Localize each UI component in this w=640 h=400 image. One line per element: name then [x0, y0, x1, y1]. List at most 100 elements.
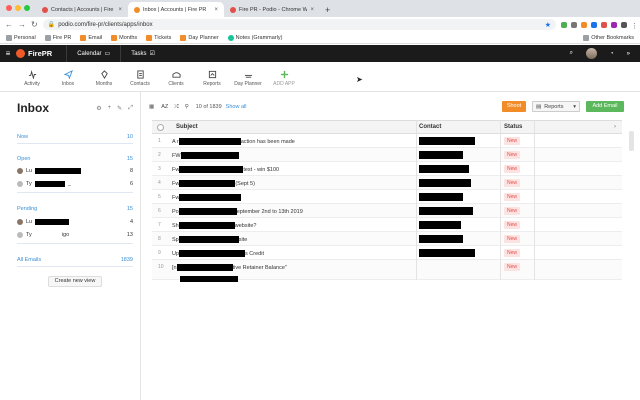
app-clients[interactable]: Clients — [158, 63, 194, 91]
user-avatar[interactable] — [586, 48, 598, 59]
redaction — [178, 208, 237, 215]
select-all-checkbox[interactable] — [157, 124, 164, 131]
other-bookmarks[interactable]: Other Bookmarks — [583, 34, 634, 41]
notifications-icon[interactable]: ◔ — [610, 51, 614, 57]
chevron-right-icon[interactable]: › — [614, 124, 616, 130]
view-pending[interactable]: Pending 15 — [17, 206, 133, 212]
app-activity[interactable]: Activity — [14, 63, 50, 91]
panel-tools: ⚙ + ✎ ⤢ — [96, 105, 133, 112]
settings-icon[interactable]: ⚙ — [96, 105, 101, 112]
new-tab-button[interactable]: + — [320, 5, 335, 17]
browser-tab-inbox[interactable]: Inbox | Accounts | Fire PR × — [128, 2, 224, 17]
omnibox[interactable]: 🔒 podio.com/fire-pr/clients/apps/inbox ★ — [42, 19, 556, 30]
back-icon[interactable]: ← — [5, 20, 13, 29]
reload-icon[interactable]: ↻ — [31, 20, 38, 29]
workspace-logo[interactable]: FirePR — [16, 49, 52, 58]
status-badge: New — [504, 263, 521, 271]
filter-icon[interactable]: ⚲ — [185, 104, 189, 110]
extension-icon[interactable] — [581, 21, 587, 28]
profile-icon[interactable] — [621, 21, 627, 28]
extension-icon[interactable] — [591, 21, 597, 28]
table-row[interactable]: 2 FW New — [152, 148, 622, 162]
bookmark-fire-pr[interactable]: Fire PR — [44, 34, 71, 41]
search-icon[interactable]: ⌕ — [570, 50, 573, 57]
zoom-window-button[interactable] — [24, 5, 30, 11]
bookmark-star-icon[interactable]: ★ — [545, 21, 551, 29]
plus-icon — [280, 70, 288, 79]
bookmark-tickets[interactable]: Tickets — [146, 34, 171, 41]
extension-icon[interactable] — [611, 21, 617, 28]
table-row[interactable]: 9 Up s Credit New — [152, 246, 622, 260]
close-window-button[interactable] — [6, 5, 12, 11]
browser-tab-contacts[interactable]: Contacts | Accounts | Fire PR × — [36, 2, 128, 17]
forward-icon[interactable]: → — [18, 20, 26, 29]
app-reports[interactable]: Reports — [194, 63, 230, 91]
table-row[interactable]: 5 Fw New — [152, 190, 622, 204]
activity-icon — [28, 70, 36, 79]
app-months[interactable]: Months — [86, 63, 122, 91]
close-tab-icon[interactable]: × — [214, 7, 218, 13]
column-subject[interactable]: Subject — [176, 124, 198, 130]
column-contact[interactable]: Contact — [419, 124, 441, 130]
app-inbox[interactable]: Inbox — [50, 63, 86, 91]
bookmark-email[interactable]: Email — [80, 34, 102, 41]
bookmark-day-planner[interactable]: Day Planner — [180, 34, 219, 41]
view-open-person-2[interactable]: Ty _ 6 — [17, 181, 133, 187]
contact-cell — [419, 249, 475, 259]
tasks-button[interactable]: Tasks ☑ — [120, 45, 165, 62]
sort-button[interactable]: AZ — [161, 104, 168, 110]
close-tab-icon[interactable]: × — [310, 7, 314, 13]
edit-icon[interactable]: ✎ — [117, 105, 122, 112]
table-row[interactable]: 4 Fw (Sept 5) New — [152, 176, 622, 190]
app-contacts[interactable]: Contacts — [122, 63, 158, 91]
reports-button[interactable]: ▤ Reports ▾ — [532, 101, 580, 112]
close-tab-icon[interactable]: × — [118, 7, 122, 13]
expand-icon[interactable]: ⤢ — [128, 105, 133, 112]
view-now[interactable]: Now 10 — [17, 134, 133, 140]
view-pending-person-2[interactable]: Ty igo 13 — [17, 232, 133, 238]
show-all-link[interactable]: Show all — [226, 104, 247, 110]
fire-icon — [42, 6, 48, 13]
view-open-person-1[interactable]: Lu 8 — [17, 168, 133, 174]
browser-tab-podio[interactable]: Fire PR - Podio - Chrome Web × — [224, 2, 320, 17]
bookmark-personal[interactable]: Personal — [6, 34, 36, 41]
table-row[interactable]: 1 A r action has been made New — [152, 134, 622, 148]
layout-icon[interactable]: ▦ — [149, 104, 154, 110]
table-row[interactable]: 3 Fw test - win $100 New — [152, 162, 622, 176]
shoot-button[interactable]: Shoot — [502, 101, 526, 112]
view-pending-person-1[interactable]: Lu 4 — [17, 219, 133, 225]
menu-dots-icon[interactable]: ⋮ — [631, 22, 638, 30]
hamburger-icon[interactable]: ≡ — [0, 49, 16, 58]
status-badge: New — [504, 151, 521, 159]
add-app-button[interactable]: ADD APP — [266, 63, 302, 91]
avatar — [17, 232, 23, 238]
extension-icon[interactable] — [571, 21, 577, 28]
redaction — [179, 194, 242, 201]
table-row[interactable]: 8 Sp site New — [152, 232, 622, 246]
calendar-button[interactable]: Calendar ▭ — [66, 45, 120, 62]
day-planner-icon — [244, 74, 252, 78]
mouse-cursor-icon: ➤ — [356, 75, 363, 84]
view-all-emails[interactable]: All Emails 1839 — [17, 257, 133, 263]
chat-icon[interactable]: » — [627, 51, 630, 57]
app-day-planner[interactable]: Day Planner — [230, 63, 266, 91]
add-email-button[interactable]: Add Email — [586, 101, 624, 112]
table-row[interactable]: 7 Sh website? New — [152, 218, 622, 232]
redaction — [179, 250, 246, 257]
divider — [17, 243, 133, 244]
workspace-app-bar: Activity Inbox Months Contacts Clients R… — [0, 62, 640, 92]
extension-icon[interactable] — [561, 21, 567, 28]
shuffle-icon[interactable]: ⤮ — [174, 104, 178, 111]
extension-icon[interactable] — [601, 21, 607, 28]
column-status[interactable]: Status — [504, 124, 522, 130]
table-row[interactable]: 6 Po eptember 2nd to 13th 2019 New — [152, 204, 622, 218]
bookmark-notes[interactable]: Notes (Grammarly) — [227, 34, 282, 41]
window-controls — [0, 5, 36, 17]
contact-cell — [419, 235, 463, 245]
bookmark-months[interactable]: Months — [111, 34, 137, 41]
create-new-view-button[interactable]: Create new view — [48, 276, 102, 287]
scrollbar[interactable] — [629, 131, 634, 151]
add-icon[interactable]: + — [108, 105, 112, 112]
view-open[interactable]: Open 15 — [17, 156, 133, 162]
minimize-window-button[interactable] — [15, 5, 21, 11]
